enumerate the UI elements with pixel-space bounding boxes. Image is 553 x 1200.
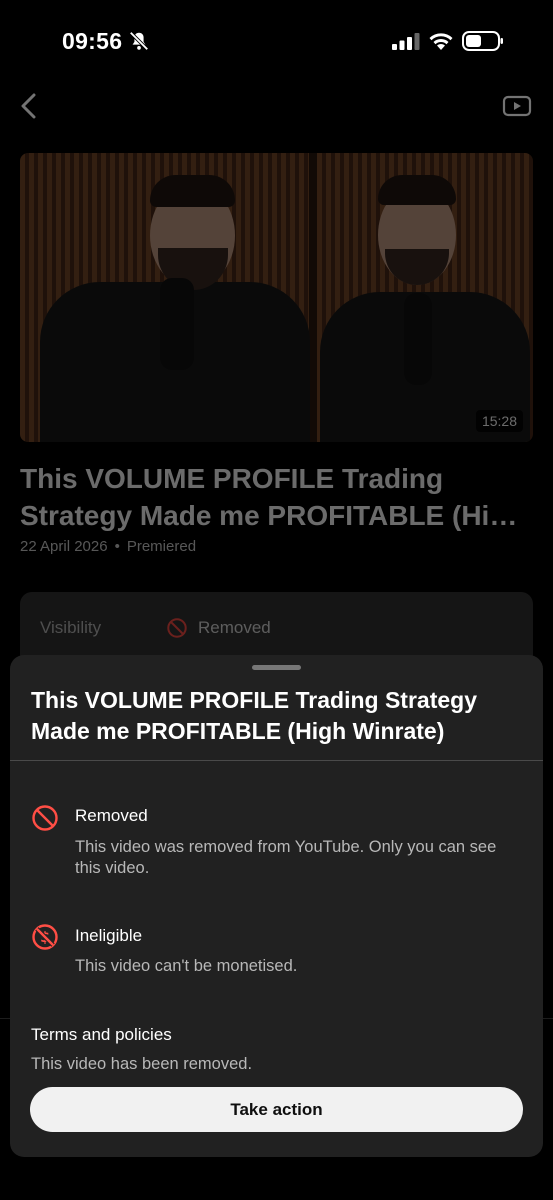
thumbnail-mic-right bbox=[404, 293, 432, 385]
video-status: Premiered bbox=[126, 538, 197, 555]
sheet-divider bbox=[10, 760, 543, 761]
ineligible-label: Ineligible bbox=[75, 926, 143, 945]
visibility-value: Removed bbox=[198, 618, 271, 637]
status-time: 09:56 bbox=[62, 28, 123, 54]
video-duration: 15:28 bbox=[475, 410, 523, 432]
take-action-button[interactable]: Take action bbox=[30, 1087, 523, 1132]
video-meta: 22 April 2026 • Premiered bbox=[20, 538, 196, 555]
ineligible-description: This video can't be monetised. bbox=[75, 957, 298, 975]
terms-description: This video has been removed. bbox=[31, 1055, 253, 1073]
bell-slash-icon bbox=[129, 31, 149, 51]
terms-label: Terms and policies bbox=[31, 1025, 172, 1044]
chevron-left-icon[interactable] bbox=[16, 92, 42, 120]
visibility-label: Visibility bbox=[40, 618, 102, 637]
battery-icon bbox=[462, 31, 503, 51]
video-date: 22 April 2026 bbox=[20, 538, 108, 555]
thumbnail-hair-left bbox=[150, 175, 235, 207]
thumbnail-hair-right bbox=[378, 175, 456, 205]
monetisation-off-icon: $ bbox=[32, 924, 58, 950]
thumbnail-divider bbox=[309, 153, 317, 442]
sheet-title: This VOLUME PROFILE Trading Strategy Mad… bbox=[31, 687, 477, 744]
prohibited-icon bbox=[32, 805, 58, 831]
thumbnail-mic-left bbox=[160, 278, 194, 370]
status-bar: 09:56 bbox=[0, 0, 553, 80]
thumbnail-beard-right bbox=[385, 249, 449, 285]
sheet-drag-handle[interactable] bbox=[252, 665, 301, 670]
meta-separator: • bbox=[114, 538, 120, 555]
video-status-sheet: This VOLUME PROFILE Trading Strategy Mad… bbox=[10, 655, 543, 1157]
video-thumbnail[interactable]: 15:28 bbox=[20, 153, 533, 442]
wifi-icon bbox=[429, 33, 453, 50]
youtube-icon[interactable] bbox=[502, 94, 532, 118]
removed-label: Removed bbox=[75, 806, 148, 825]
prohibited-icon bbox=[167, 618, 187, 638]
removed-description: This video was removed from YouTube. Onl… bbox=[75, 838, 497, 877]
video-title: This VOLUME PROFILE Trading Strategy Mad… bbox=[20, 463, 518, 531]
cellular-signal-icon bbox=[392, 33, 420, 50]
